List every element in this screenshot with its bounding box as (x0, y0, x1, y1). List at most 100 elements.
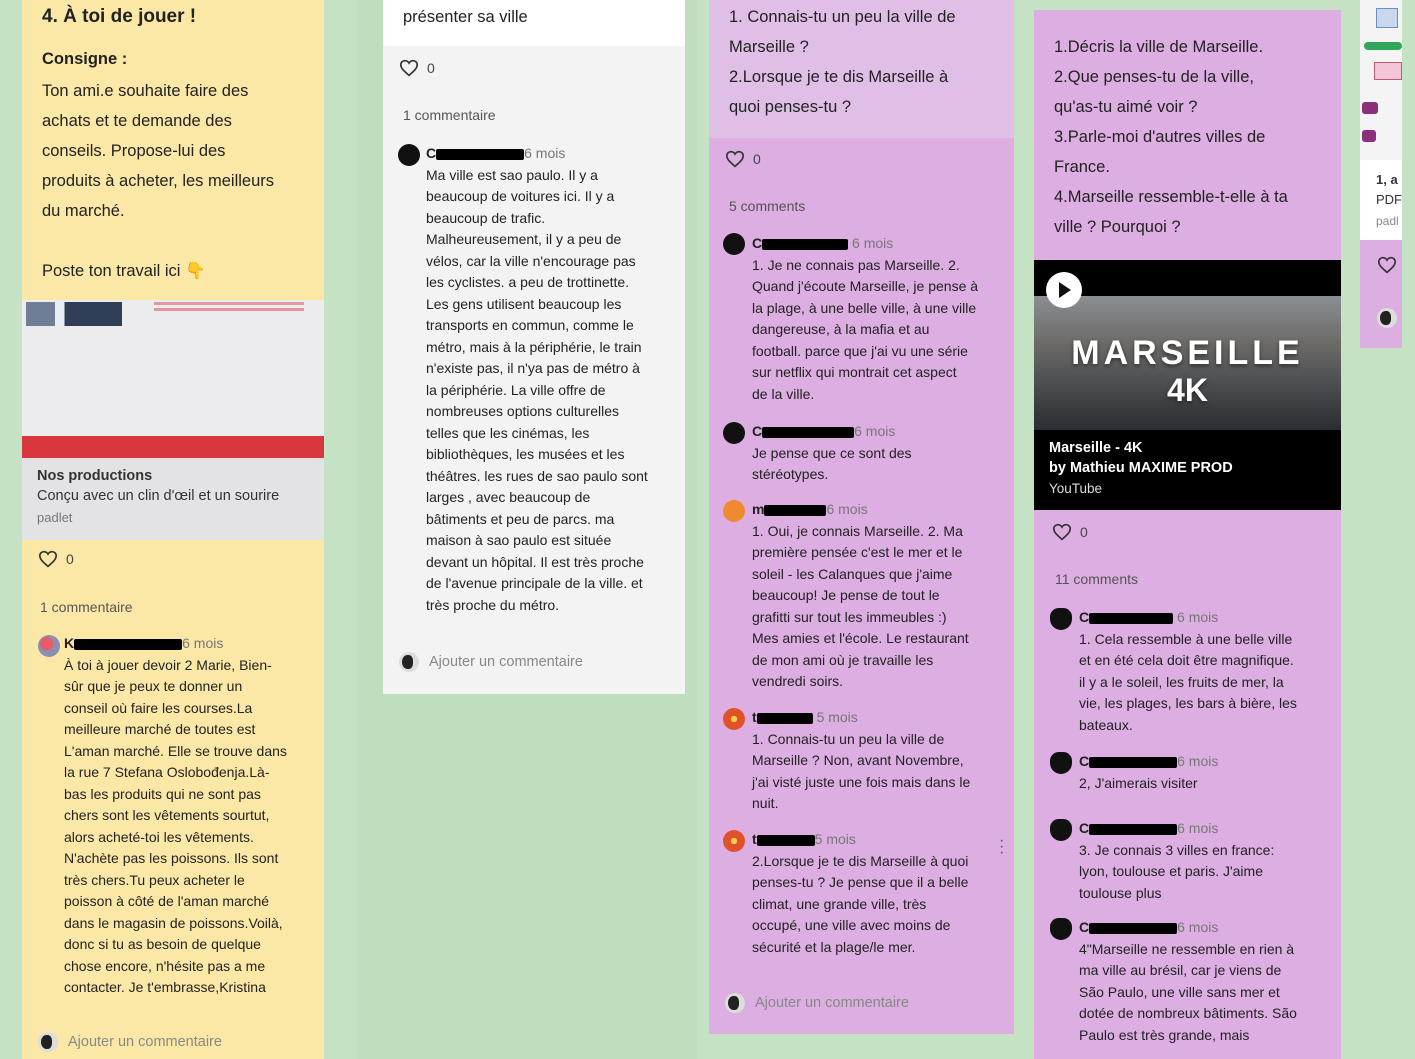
commenter-name: C (1079, 753, 1090, 769)
add-comment-label: Ajouter un commentaire (429, 654, 583, 670)
play-button[interactable] (1046, 272, 1082, 308)
video-overlay-title: MARSEILLE (1071, 334, 1304, 372)
video-source: YouTube (1049, 481, 1103, 496)
preview-subtitle: Conçu avec un clin d'œil et un sourire (37, 488, 280, 504)
post-questions: 1.Décris la ville de Marseille. 2.Que pe… (1054, 38, 1288, 236)
video-title: Marseille - 4K (1049, 440, 1143, 456)
diagram-box (1362, 102, 1378, 114)
post-title: présenter sa ville (403, 8, 528, 26)
redacted-name (1089, 922, 1178, 934)
comment-time: 6 mois (1177, 820, 1219, 836)
like-button[interactable]: 0 (725, 150, 761, 168)
add-comment-button[interactable]: Ajouter un commentaire (38, 1032, 222, 1052)
comment: C6 mois Ma ville est sao paulo. Il y a b… (426, 145, 648, 613)
user-avatar[interactable] (1377, 308, 1397, 328)
play-icon (1059, 282, 1071, 298)
user-avatar (725, 993, 745, 1013)
comment-time: 6 mois (852, 235, 894, 251)
redacted-name (762, 238, 849, 250)
comment-time: 6 mois (1177, 919, 1219, 935)
comment-more-icon[interactable]: · · · (999, 833, 1004, 861)
commenter-avatar (723, 500, 745, 522)
comment: C6 mois Je pense que ce sont des stéréot… (752, 423, 912, 482)
diagram-box (1376, 8, 1398, 28)
commenter-avatar (1050, 819, 1072, 841)
commenter-name: m (752, 501, 765, 517)
commenter-name: C (1079, 820, 1090, 836)
add-comment-label: Ajouter un commentaire (68, 1034, 222, 1050)
post-card-marseille-video[interactable]: 1.Décris la ville de Marseille. 2.Que pe… (1034, 10, 1341, 1059)
post-card-presenter-sa-ville[interactable]: présenter sa ville (383, 0, 685, 46)
post-card-a-toi-de-jouer[interactable]: 4. À toi de jouer ! Consigne : Ton ami.e… (22, 0, 324, 300)
comment: K6 mois À toi à jouer devoir 2 Marie, Bi… (64, 635, 287, 995)
commenter-name: C (1079, 609, 1090, 625)
commenter-name: t (752, 709, 757, 725)
preview-thumbnail (22, 300, 324, 436)
column-3: 1. Connais-tu un peu la ville de Marseil… (709, 0, 1014, 1059)
redacted-name (762, 426, 855, 438)
commenter-avatar (1050, 752, 1072, 774)
like-count: 0 (66, 551, 74, 567)
commenter-avatar (723, 830, 745, 852)
like-count: 0 (1080, 524, 1088, 540)
post-card-marseille-questions[interactable]: 1. Connais-tu un peu la ville de Marseil… (709, 0, 1014, 138)
comment-count: 1 commentaire (40, 599, 133, 615)
diagram-box (1374, 62, 1402, 80)
like-button[interactable]: 0 (38, 550, 74, 568)
comment: C 6 mois 1. Cela ressemble à une belle v… (1079, 609, 1297, 733)
user-avatar (38, 1032, 58, 1052)
like-button[interactable]: 0 (1052, 523, 1088, 541)
comment: C 6 mois 1. Je ne connais pas Marseille.… (752, 235, 979, 402)
heart-icon (399, 59, 419, 77)
commenter-avatar (1050, 608, 1072, 630)
heart-icon[interactable] (1377, 256, 1397, 274)
preview-thumbnail-caption (154, 302, 304, 305)
commenter-name: t (752, 831, 757, 847)
heart-icon (725, 150, 745, 168)
commenter-avatar (723, 422, 745, 444)
post-card-footer: 0 5 comments C 6 mois 1. Je ne connais p… (709, 138, 1014, 1034)
column-4: 1.Décris la ville de Marseille. 2.Que pe… (1034, 0, 1341, 1059)
redacted-name (1089, 823, 1178, 835)
comment: t5 mois 2.Lorsque je te dis Marseille à … (752, 831, 969, 955)
diagram-box (1364, 42, 1402, 50)
video-embed[interactable]: MARSEILLE 4K Marseille - 4K by Mathieu M… (1034, 260, 1341, 510)
add-comment-button[interactable]: Ajouter un commentaire (725, 993, 909, 1013)
commenter-avatar (398, 144, 420, 166)
comment: C6 mois 3. Je connais 3 villes en france… (1079, 820, 1275, 901)
partial-label-site: padl (1376, 214, 1399, 228)
post-card-footer: 0 1 commentaire K6 mois À toi à jouer de… (22, 540, 324, 1059)
comment-time: 6 mois (1177, 753, 1219, 769)
commenter-avatar (723, 233, 745, 255)
commenter-name: C (752, 423, 763, 439)
link-preview[interactable]: Nos productions Conçu avec un clin d'œil… (22, 300, 324, 540)
preview-site: padlet (37, 510, 73, 525)
comment-time: 6 mois (854, 423, 896, 439)
commenter-avatar (723, 708, 745, 730)
partial-card-top[interactable] (1360, 0, 1402, 160)
comment-count: 11 comments (1055, 571, 1138, 587)
redacted-name (756, 834, 815, 846)
like-count: 0 (427, 60, 435, 76)
partial-card-footer (1360, 240, 1402, 348)
heart-icon (1052, 523, 1072, 541)
comment-count: 1 commentaire (403, 107, 496, 123)
like-button[interactable]: 0 (399, 59, 435, 77)
commenter-name: C (426, 145, 437, 161)
like-count: 0 (753, 151, 761, 167)
preview-red-bar (22, 436, 324, 458)
diagram-box (1362, 130, 1376, 142)
add-comment-button[interactable]: Ajouter un commentaire (399, 652, 583, 672)
comment-time: 6 mois (182, 635, 224, 651)
commenter-avatar (1050, 918, 1072, 940)
comment: C6 mois 2, J'aimerais visiter (1079, 753, 1219, 791)
comment-count: 5 comments (729, 198, 806, 214)
comment: m6 mois 1. Oui, je connais Marseille. 2.… (752, 501, 969, 689)
redacted-name (1089, 756, 1178, 768)
comment: C6 mois 4"Marseille ne ressemble en rien… (1079, 919, 1297, 1043)
video-author: by Mathieu MAXIME PROD (1049, 460, 1233, 476)
comment-time: 6 mois (1177, 609, 1219, 625)
commenter-avatar (38, 635, 60, 657)
partial-card-caption: 1, a PDF padl (1360, 160, 1402, 240)
partial-label: 1, a (1376, 172, 1398, 187)
